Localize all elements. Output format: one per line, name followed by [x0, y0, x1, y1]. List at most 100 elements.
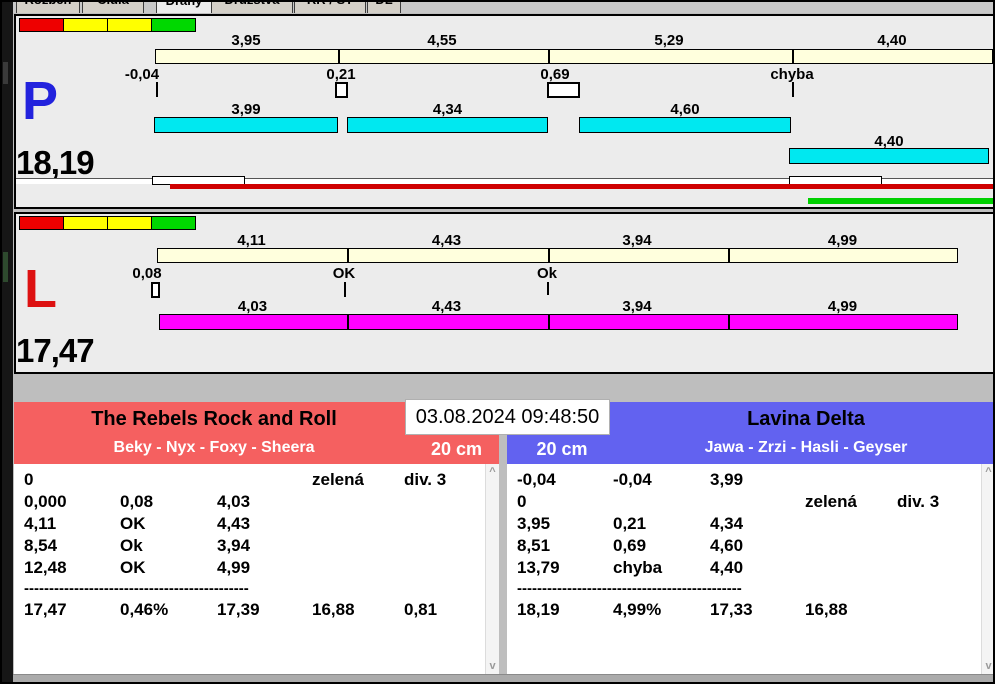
legend-red-block: [19, 18, 64, 32]
lane-l-split-bar: [157, 248, 958, 263]
cell: 0,69: [613, 536, 647, 555]
cell: -0,04: [517, 470, 556, 489]
lane-l-split-label: 4,11: [237, 232, 266, 249]
tab-cidla[interactable]: Čidla: [82, 2, 144, 13]
app-window: Rozběh Čidla Dráhy Družstva RR / ST DL 3…: [0, 0, 995, 684]
cell: [312, 492, 404, 514]
cell: [897, 536, 979, 558]
tab-drahy[interactable]: Dráhy: [156, 2, 212, 13]
scroll-down-icon[interactable]: v: [486, 660, 499, 672]
cell: [217, 470, 312, 492]
lane-p-mark-label: 0,21: [326, 66, 356, 83]
cell: 3,95: [517, 514, 551, 533]
lane-p-mark-tick: [792, 82, 794, 97]
scrollbar[interactable]: ^ v: [485, 464, 499, 674]
cell: 4,60: [710, 536, 744, 555]
cell: 13,79: [517, 558, 560, 577]
lane-l-mark-tick: [547, 282, 549, 295]
cell: 4,99: [217, 558, 251, 577]
lane-l-mark-tick: [344, 282, 346, 297]
tab-bar: Rozběh Čidla Dráhy Družstva RR / ST DL: [13, 2, 993, 13]
table-row: 0 zelená div. 3: [517, 492, 979, 514]
lane-l-legend: [19, 216, 196, 230]
cell: 4,34: [710, 514, 744, 533]
table-row: -0,04 -0,04 3,99: [517, 470, 979, 492]
table-row: 8,54 Ok 3,94: [24, 536, 483, 558]
lane-l-dog-bar: [159, 314, 958, 330]
cell: [312, 514, 404, 536]
cell: 4,03: [217, 492, 251, 511]
results-left-table[interactable]: 0 zelená div. 3 0,000 0,08 4,03 4,11 OK …: [14, 464, 499, 674]
lane-l-mark-label: Ok: [536, 265, 558, 282]
cell: [805, 470, 897, 492]
scroll-down-icon[interactable]: v: [982, 660, 993, 672]
lane-p-mark-label: chyba: [770, 66, 814, 83]
lane-p-dog-label: 3,99: [231, 101, 261, 118]
cell: [805, 514, 897, 536]
cell: 8,51: [517, 536, 551, 555]
cell: 4,43: [217, 514, 251, 533]
table-row: 12,48 OK 4,99: [24, 558, 483, 580]
results-right-table[interactable]: -0,04 -0,04 3,99 0 zelená div. 3 3,95 0,…: [507, 464, 993, 674]
lane-l-mark-box: [151, 282, 160, 298]
legend-green-block: [151, 216, 196, 230]
cell: 0: [24, 470, 34, 489]
cell: 12,48: [24, 558, 67, 577]
cell: 3,99: [710, 470, 744, 489]
tab-dl[interactable]: DL: [367, 2, 401, 13]
cell: zelená: [312, 470, 364, 489]
lane-p-split-label: 5,29: [654, 32, 684, 49]
lane-l-mark-label: OK: [332, 265, 356, 282]
cell: [897, 514, 979, 536]
status-strip: [13, 674, 993, 682]
lane-l-dog-label: 3,94: [622, 298, 652, 315]
lane-l-total-time: 17,47: [16, 332, 95, 369]
cell: OK: [120, 558, 146, 577]
tab-druzstva[interactable]: Družstva: [211, 2, 293, 13]
lane-p-split-label: 4,55: [427, 32, 457, 49]
lane-p-mark-box: [335, 82, 348, 98]
cell: [805, 558, 897, 580]
cell: 0,46%: [120, 600, 169, 619]
lane-p-dog-label: 4,34: [432, 101, 463, 118]
lane-l-split-label: 3,94: [622, 232, 652, 249]
lane-l-dog-label: 4,03: [237, 298, 268, 315]
legend-yellow-block: [107, 216, 152, 230]
cell: 4,40: [710, 558, 744, 577]
cell: 0,81: [404, 600, 438, 619]
lane-p-split-bar: [155, 49, 993, 64]
cell: [404, 558, 483, 580]
cell: 8,54: [24, 536, 58, 555]
team-left-name: The Rebels Rock and Roll: [91, 408, 337, 430]
legend-red-block: [19, 216, 64, 230]
lane-p-split-label: 4,40: [877, 32, 907, 49]
lane-l-letter: L: [24, 259, 57, 319]
desktop-edge: [2, 2, 13, 682]
tab-rozbeh[interactable]: Rozběh: [16, 2, 80, 13]
scrollbar[interactable]: ^ v: [981, 464, 993, 674]
cell: [404, 514, 483, 536]
cell: [710, 492, 805, 514]
lane-l-split-label: 4,43: [431, 232, 462, 249]
datetime-display: 03.08.2024 09:48:50: [405, 399, 610, 435]
scroll-up-icon[interactable]: ^: [982, 466, 993, 478]
legend-yellow-block: [63, 216, 108, 230]
cell: -0,04: [613, 470, 652, 489]
table-row: 13,79 chyba 4,40: [517, 558, 979, 580]
cell: 17,47: [24, 600, 67, 619]
cell: 3,94: [217, 536, 251, 555]
table-summary-row: 17,47 0,46% 17,39 16,88 0,81: [24, 600, 483, 622]
lane-p-total-time: 18,19: [16, 144, 95, 181]
cell: [312, 536, 404, 558]
cell: [404, 536, 483, 558]
lane-p-split-label: 3,95: [231, 32, 261, 49]
cell: [897, 600, 979, 622]
cell: 0,21: [613, 514, 647, 533]
cell: [120, 470, 217, 492]
tab-rr-st[interactable]: RR / ST: [294, 2, 366, 13]
scroll-up-icon[interactable]: ^: [486, 466, 499, 478]
cell: [312, 558, 404, 580]
team-right-name: Lavina Delta: [747, 408, 865, 430]
lane-p-dog-bar-4: [789, 148, 989, 164]
cell: 0,08: [120, 492, 154, 511]
